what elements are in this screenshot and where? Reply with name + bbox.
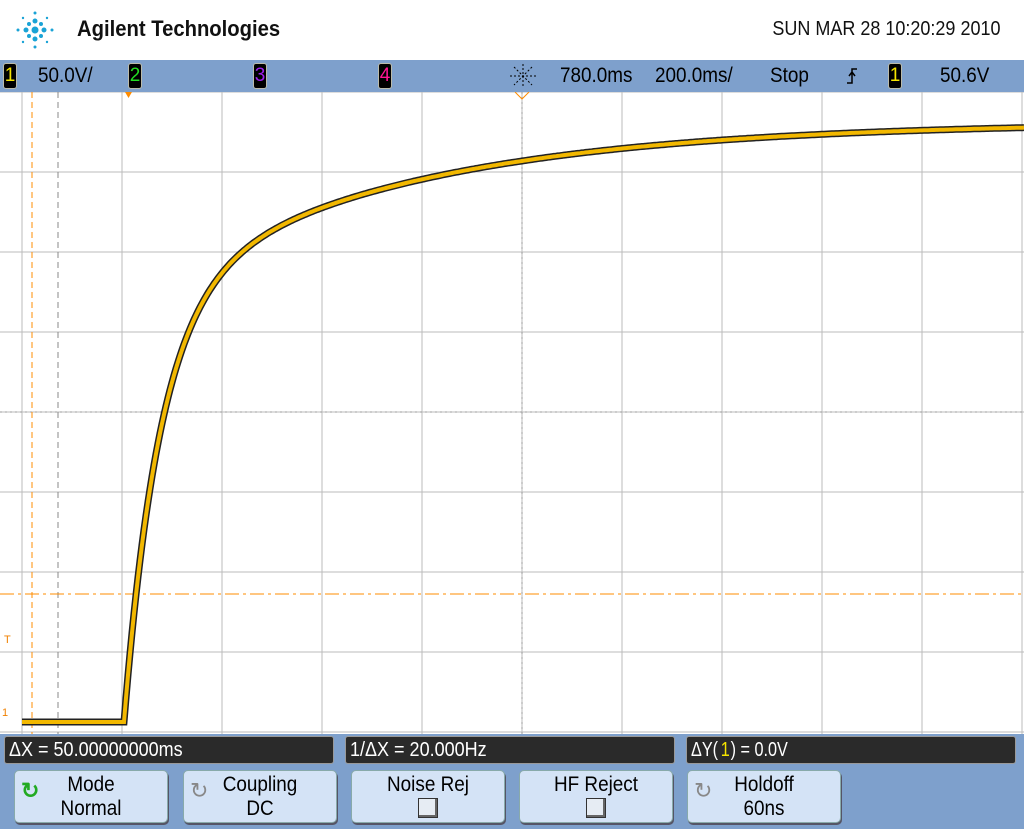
noise-reject-checkbox[interactable] <box>418 798 438 818</box>
channel-2-badge[interactable]: 2 <box>128 63 142 89</box>
time-delay[interactable]: 780.0ms <box>560 64 632 88</box>
channel-1-scale[interactable]: 50.0V/ <box>38 64 93 88</box>
waveform-display[interactable]: T 1 <box>0 91 1024 734</box>
inverse-delta-x-readout: 1/ΔX = 20.000Hz <box>345 736 675 764</box>
mode-softkey[interactable]: ↻ Mode Normal <box>14 770 168 823</box>
trigger-source-badge[interactable]: 1 <box>888 63 902 89</box>
hf-reject-checkbox[interactable] <box>586 798 606 818</box>
rising-edge-trigger-icon <box>847 68 857 84</box>
run-state[interactable]: Stop <box>770 64 809 88</box>
status-bar: 1 50.0V/ 2 3 4 780.0ms 200.0ms/ Stop 1 5… <box>0 60 1024 92</box>
graticule <box>0 91 1024 734</box>
delta-y-readout: ΔY(1) = 0.0V <box>686 736 1016 764</box>
channel-4-badge[interactable]: 4 <box>378 63 392 89</box>
delta-x-readout: ΔX = 50.00000000ms <box>4 736 334 764</box>
holdoff-softkey[interactable]: ↻ Holdoff 60ns <box>687 770 841 823</box>
trigger-level-marker: T <box>4 634 11 646</box>
time-scale[interactable]: 200.0ms/ <box>655 64 733 88</box>
trigger-level[interactable]: 50.6V <box>940 64 989 88</box>
waveform-trace-shadow <box>22 124 1024 726</box>
datetime: SUN MAR 28 10:20:29 2010 <box>771 18 1000 40</box>
brand-name: Agilent Technologies <box>77 16 281 41</box>
waveform-trace-channel-1 <box>22 125 1024 724</box>
agilent-logo-icon <box>16 11 54 49</box>
ground-marker: 1 <box>2 707 9 719</box>
coupling-softkey[interactable]: ↻ Coupling DC <box>183 770 337 823</box>
delay-icon <box>510 64 536 88</box>
noise-reject-softkey[interactable]: Noise Rej <box>351 770 505 823</box>
header: Agilent Technologies SUN MAR 28 10:20:29… <box>0 0 1024 60</box>
hf-reject-softkey[interactable]: HF Reject <box>519 770 673 823</box>
channel-3-badge[interactable]: 3 <box>253 63 267 89</box>
channel-1-badge[interactable]: 1 <box>3 63 17 89</box>
trigger-position-marker <box>125 92 132 98</box>
